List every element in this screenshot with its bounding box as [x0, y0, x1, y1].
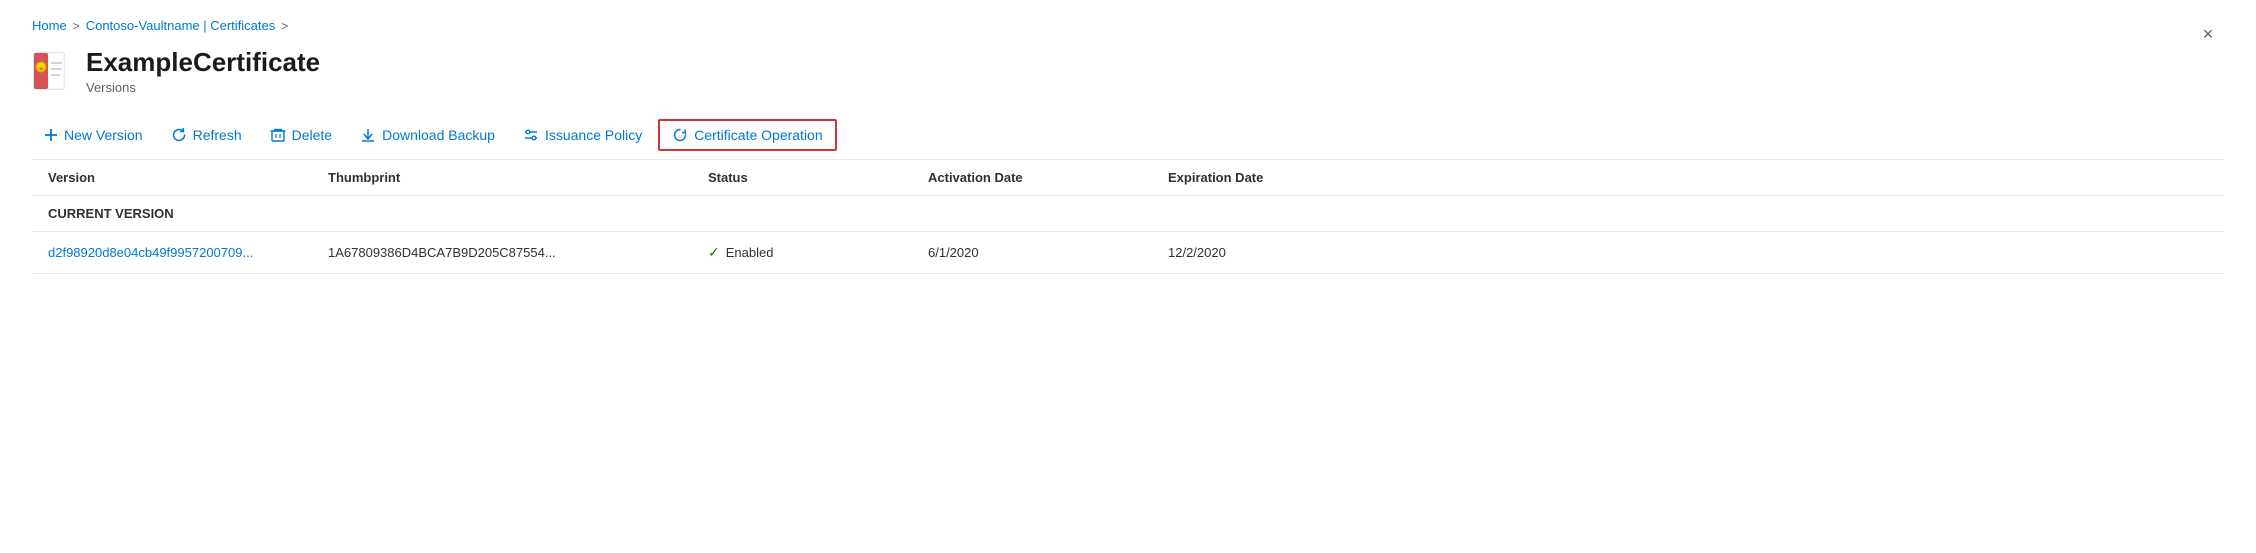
col-version: Version	[48, 170, 328, 185]
versions-table: Version Thumbprint Status Activation Dat…	[32, 160, 2224, 274]
cell-activation-date: 6/1/2020	[928, 245, 1168, 260]
col-activation-date: Activation Date	[928, 170, 1168, 185]
new-version-label: New Version	[64, 127, 143, 143]
breadcrumb-home[interactable]: Home	[32, 18, 67, 33]
status-enabled: ✓ Enabled	[708, 244, 928, 261]
cell-thumbprint: 1A67809386D4BCA7B9D205C87554...	[328, 245, 708, 260]
certificate-operation-button[interactable]: Certificate Operation	[658, 119, 836, 151]
sliders-icon	[523, 127, 539, 143]
plus-icon	[44, 128, 58, 142]
table-row: d2f98920d8e04cb49f9957200709... 1A678093…	[32, 232, 2224, 274]
cell-expiration-date: 12/2/2020	[1168, 245, 1368, 260]
table-header: Version Thumbprint Status Activation Dat…	[32, 160, 2224, 196]
current-version-section: CURRENT VERSION	[32, 196, 2224, 232]
toolbar: New Version Refresh	[32, 111, 2224, 160]
sync-icon	[672, 127, 688, 143]
header-text: ExampleCertificate Versions	[86, 47, 320, 95]
download-backup-label: Download Backup	[382, 127, 495, 143]
new-version-button[interactable]: New Version	[32, 121, 155, 149]
col-thumbprint: Thumbprint	[328, 170, 708, 185]
download-backup-button[interactable]: Download Backup	[348, 121, 507, 149]
delete-label: Delete	[292, 127, 332, 143]
main-container: Home > Contoso-Vaultname | Certificates …	[0, 0, 2256, 274]
delete-icon	[270, 127, 286, 143]
issuance-policy-label: Issuance Policy	[545, 127, 642, 143]
certificate-operation-label: Certificate Operation	[694, 127, 822, 143]
page-header: ★ ExampleCertificate Versions	[32, 47, 2224, 95]
download-icon	[360, 127, 376, 143]
breadcrumb: Home > Contoso-Vaultname | Certificates …	[32, 18, 2224, 33]
delete-button[interactable]: Delete	[258, 121, 344, 149]
version-link[interactable]: d2f98920d8e04cb49f9957200709...	[48, 245, 253, 260]
breadcrumb-vaultname[interactable]: Contoso-Vaultname | Certificates	[86, 18, 276, 33]
close-button[interactable]: ×	[2192, 18, 2224, 50]
issuance-policy-button[interactable]: Issuance Policy	[511, 121, 654, 149]
breadcrumb-sep-2: >	[281, 19, 288, 33]
col-status: Status	[708, 170, 928, 185]
col-expiration-date: Expiration Date	[1168, 170, 1368, 185]
svg-text:★: ★	[38, 65, 44, 73]
check-icon: ✓	[708, 244, 720, 261]
cell-status: ✓ Enabled	[708, 244, 928, 261]
page-subtitle: Versions	[86, 80, 320, 95]
refresh-icon	[171, 127, 187, 143]
refresh-label: Refresh	[193, 127, 242, 143]
status-text: Enabled	[726, 245, 774, 260]
refresh-button[interactable]: Refresh	[159, 121, 254, 149]
certificate-icon: ★	[32, 49, 74, 91]
cell-version[interactable]: d2f98920d8e04cb49f9957200709...	[48, 245, 328, 260]
page-title: ExampleCertificate	[86, 47, 320, 78]
breadcrumb-sep-1: >	[73, 19, 80, 33]
